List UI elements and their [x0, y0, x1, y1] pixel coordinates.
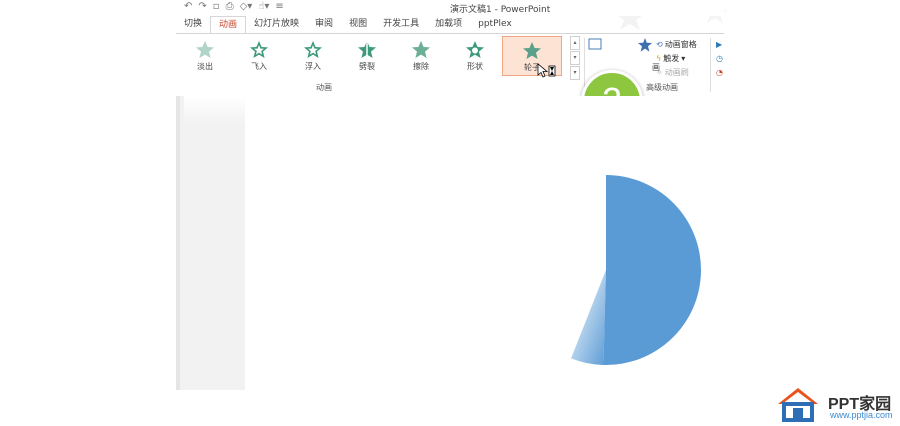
animation-shape-label: 形状 — [467, 62, 483, 71]
animation-wipe[interactable]: 擦除 — [394, 36, 448, 76]
timing-group-edge: ▶ ◷ ◔ — [716, 38, 723, 80]
undo-icon[interactable]: ↶ — [184, 1, 192, 13]
ribbon-tabs: 切换 动画 幻灯片放映 审阅 视图 开发工具 加载项 pptPlex — [176, 16, 724, 35]
touch-mode-icon[interactable]: ☝▾ — [258, 1, 269, 13]
quick-access-toolbar: ↶ ↷ ▫ ⎙ ◇▾ ☝▾ ≡ — [184, 1, 284, 13]
animation-gallery: 淡出 飞入 浮入 劈裂 擦除 形状 轮子 — [178, 36, 578, 78]
animation-pane-label: 动画窗格 — [664, 40, 697, 49]
animation-painter-button[interactable]: ✧ 动画刷 — [656, 66, 722, 80]
effect-options-icon — [588, 38, 602, 50]
lightning-icon: ϟ — [656, 54, 662, 63]
trigger-label: 触发 — [663, 54, 680, 63]
animation-wheel[interactable]: 轮子 — [502, 36, 562, 78]
wheel-shape-revealed[interactable] — [603, 175, 701, 365]
logo-url: www.pptjia.com — [830, 410, 893, 420]
tab-pptplex[interactable]: pptPlex — [470, 16, 520, 33]
animation-split-label: 劈裂 — [359, 62, 375, 71]
star-wheel-icon — [523, 42, 541, 59]
slide-drawing — [571, 175, 701, 365]
tab-addins[interactable]: 加载项 — [427, 16, 470, 33]
star-wipe-icon — [412, 41, 430, 58]
animation-pane-button[interactable]: ⟲ 动画窗格 — [656, 38, 722, 52]
tab-developer[interactable]: 开发工具 — [375, 16, 427, 33]
clock-icon[interactable]: ◷ — [716, 52, 723, 66]
gallery-up-icon[interactable]: ▴ — [570, 36, 580, 50]
star-float-in-icon — [304, 41, 322, 58]
animation-group-label: 动画 — [316, 83, 332, 92]
tab-transitions[interactable]: 切换 — [176, 16, 210, 33]
advanced-animation-group: ⟲ 动画窗格 ϟ 触发 ▾ ✧ 动画刷 — [656, 38, 722, 80]
tab-slideshow[interactable]: 幻灯片放映 — [246, 16, 307, 33]
gallery-more-icon[interactable]: ▾ — [570, 66, 580, 80]
powerpoint-window: ↶ ↷ ▫ ⎙ ◇▾ ☝▾ ≡ 演示文稿1 - PowerPoint 切换 动画… — [176, 0, 724, 423]
tab-view[interactable]: 视图 — [341, 16, 375, 33]
slide-canvas[interactable] — [245, 96, 724, 390]
pptjia-logo: PPT家园 www.pptjia.com — [774, 386, 900, 423]
star-split-icon — [358, 41, 376, 58]
customize-icon[interactable]: ≡ — [275, 1, 283, 13]
gallery-scroll: ▴ ▾ ▾ — [570, 36, 580, 80]
window-title: 演示文稿1 - PowerPoint — [450, 5, 551, 15]
gallery-down-icon[interactable]: ▾ — [570, 51, 580, 65]
star-shape-icon — [466, 41, 484, 58]
shapes-icon[interactable]: ◇▾ — [240, 1, 253, 13]
painter-icon: ✧ — [656, 68, 663, 77]
animation-float-in-label: 浮入 — [305, 62, 321, 71]
ribbon-animations: 淡出 飞入 浮入 劈裂 擦除 形状 轮子 ▴ ▾ ▾ 动画 画 ⟲ 动画窗格 ϟ… — [176, 33, 724, 132]
trigger-button[interactable]: ϟ 触发 ▾ — [656, 52, 722, 66]
redo-icon[interactable]: ↷ — [198, 1, 206, 13]
chevron-down-icon: ▾ — [681, 54, 686, 63]
title-bar: ↶ ↷ ▫ ⎙ ◇▾ ☝▾ ≡ 演示文稿1 - PowerPoint — [176, 0, 724, 16]
animation-wipe-label: 擦除 — [413, 62, 429, 71]
play-icon[interactable]: ▶ — [716, 38, 723, 52]
star-fly-in-icon — [250, 41, 268, 58]
animation-pane-icon: ⟲ — [656, 40, 663, 49]
animation-fade[interactable]: 淡出 — [178, 36, 232, 76]
wheel-shape-fading-edge — [571, 270, 606, 365]
print-icon[interactable]: ⎙ — [226, 1, 234, 13]
thumbnail-panel-fade — [184, 96, 249, 124]
animation-split[interactable]: 劈裂 — [340, 36, 394, 76]
tab-review[interactable]: 审阅 — [307, 16, 341, 33]
animation-shape[interactable]: 形状 — [448, 36, 502, 76]
house-logo-icon — [778, 388, 818, 422]
animation-float-in[interactable]: 浮入 — [286, 36, 340, 76]
animation-fade-label: 淡出 — [197, 62, 213, 71]
slide-thumbnail-panel[interactable] — [176, 96, 249, 390]
delay-icon[interactable]: ◔ — [716, 66, 723, 80]
animation-fly-in[interactable]: 飞入 — [232, 36, 286, 76]
mouse-cursor-busy-icon — [537, 63, 556, 78]
star-add-icon — [638, 38, 652, 52]
animation-fly-in-label: 飞入 — [251, 62, 267, 71]
save-icon[interactable]: ▫ — [213, 1, 220, 13]
advanced-group-label: 高级动画 — [646, 83, 678, 92]
animation-painter-label: 动画刷 — [664, 68, 689, 77]
group-divider-2 — [710, 38, 711, 92]
star-fade-icon — [196, 41, 214, 58]
